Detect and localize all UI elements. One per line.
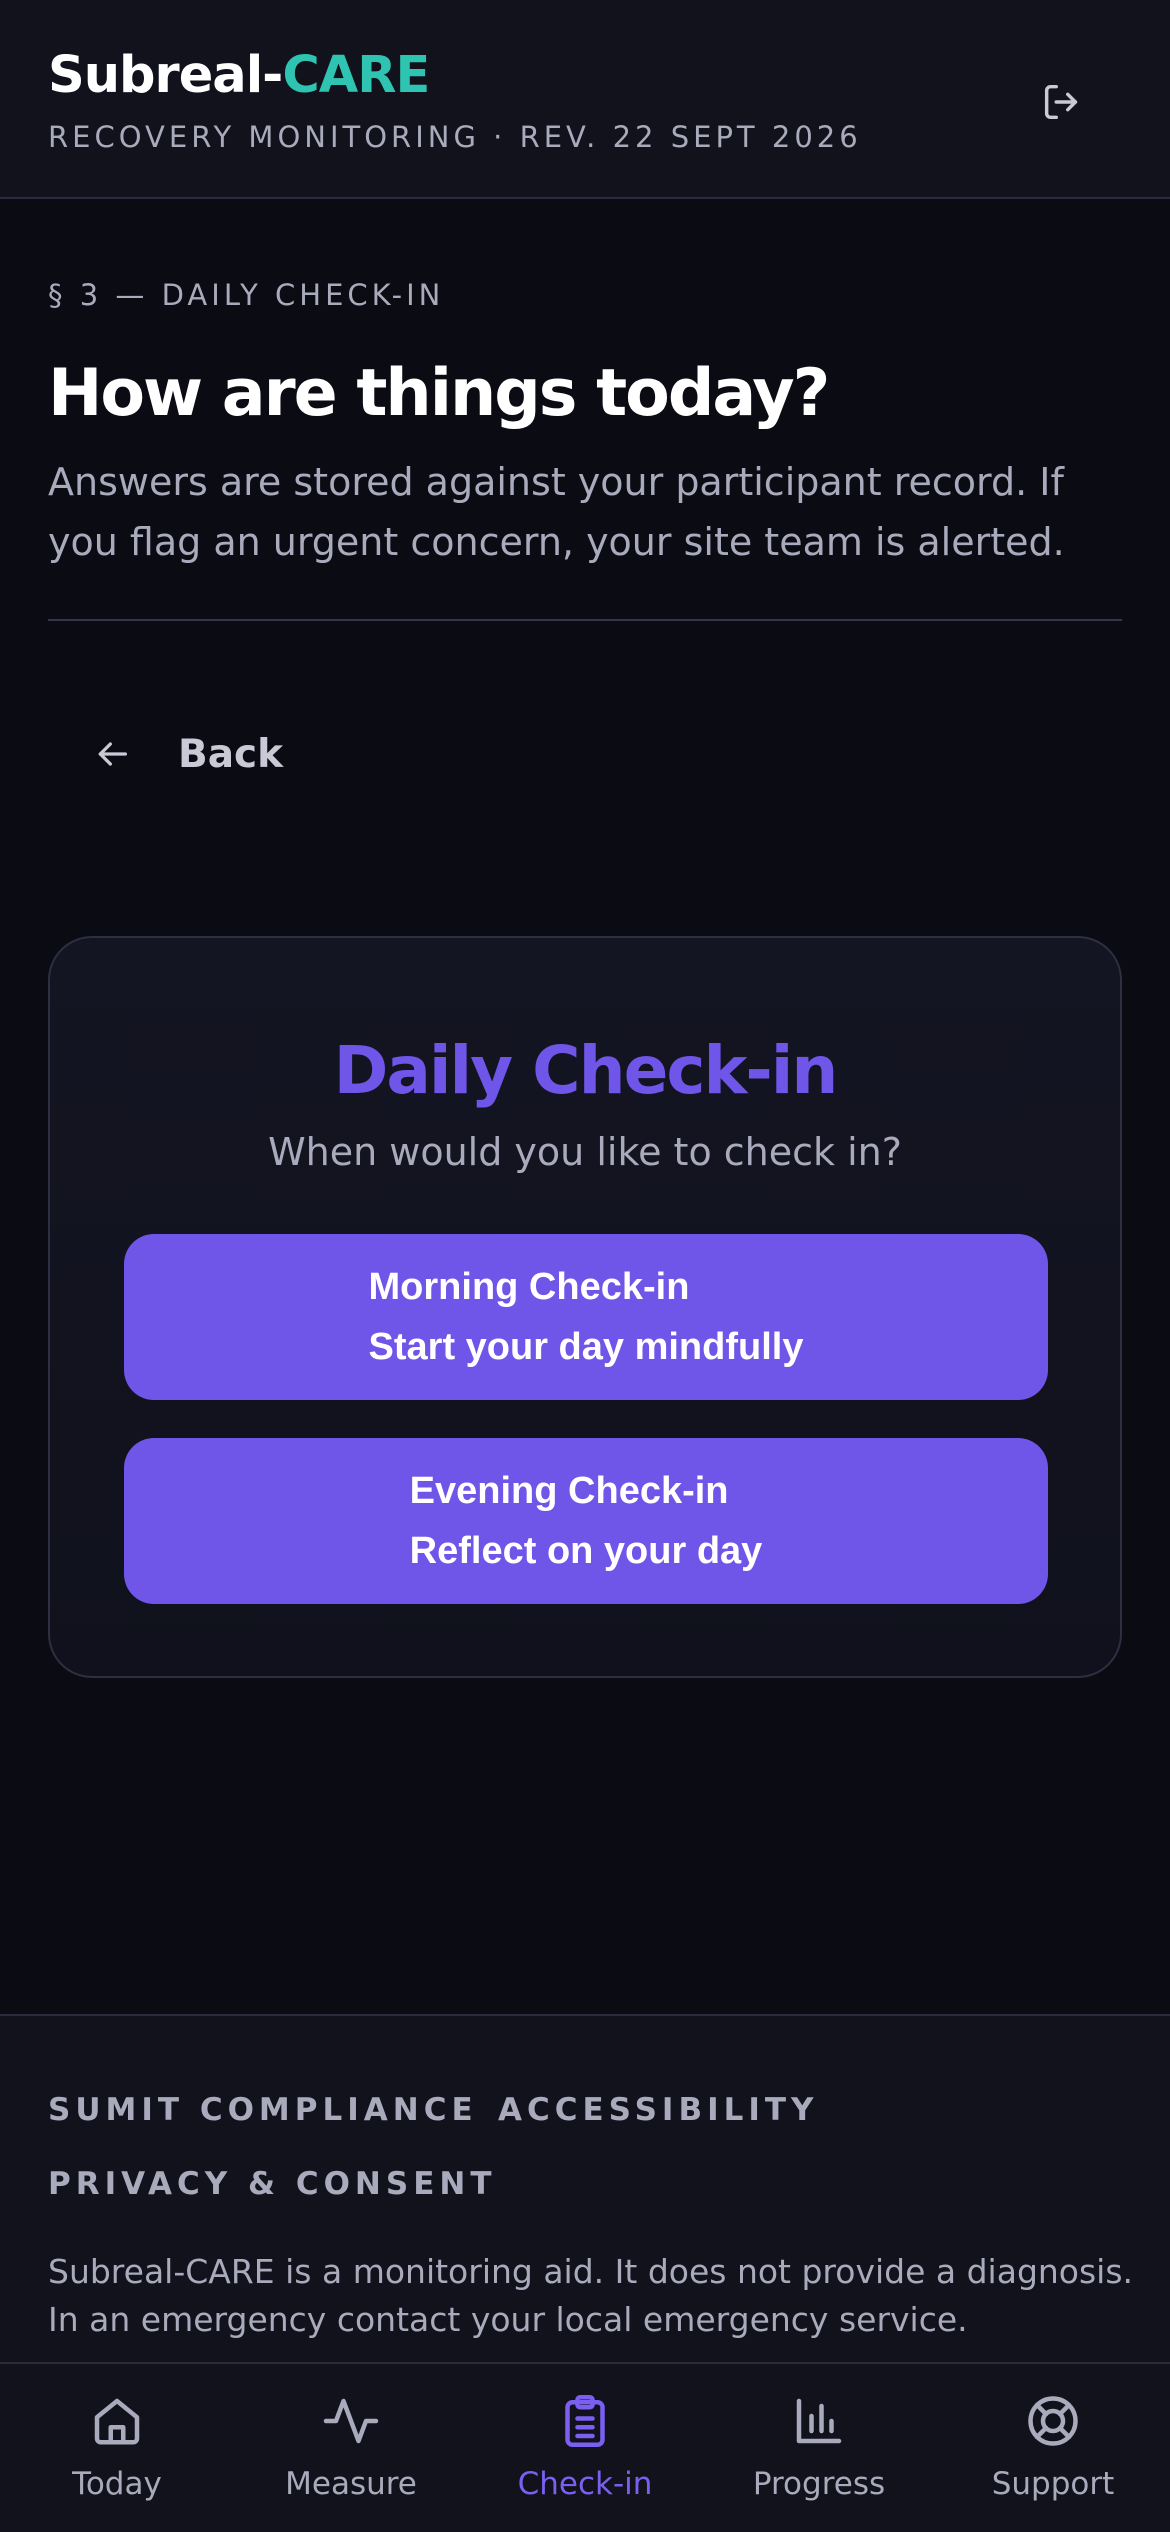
lifebuoy-icon <box>1022 2390 1084 2452</box>
checkin-card: Daily Check-in When would you like to ch… <box>48 936 1122 1678</box>
tab-measure[interactable]: Measure <box>234 2364 468 2532</box>
page-footer: SUMIT COMPLIANCE ACCESSIBILITY PRIVACY &… <box>0 2014 1170 2364</box>
evening-checkin-text: Evening Check-in Reflect on your day <box>410 1461 763 1581</box>
pulse-icon <box>320 2390 382 2452</box>
morning-checkin-text: Morning Check-in Start your day mindfull… <box>369 1257 804 1377</box>
morning-checkin-title: Morning Check-in <box>368 1266 690 1308</box>
clipboard-icon <box>554 2390 616 2452</box>
morning-checkin-button[interactable]: Morning Check-in Start your day mindfull… <box>124 1234 1048 1400</box>
section-label: § 3 — DAILY CHECK-IN <box>48 278 445 312</box>
bar-chart-icon <box>788 2390 850 2452</box>
logout-button[interactable] <box>1034 74 1090 130</box>
brand-prefix: Subreal- <box>48 46 283 105</box>
bottom-tab-bar: Today Measure Check-in Progress Support <box>0 2362 1170 2532</box>
page-title: How are things today? <box>48 356 830 431</box>
arrow-left-icon <box>98 742 128 766</box>
tab-label-measure: Measure <box>285 2466 417 2502</box>
tab-checkin[interactable]: Check-in <box>468 2364 702 2532</box>
back-label: Back <box>178 731 284 777</box>
footer-disclaimer: Subreal-CARE is a monitoring aid. It doe… <box>48 2252 1134 2339</box>
tab-label-today: Today <box>72 2466 162 2502</box>
logout-icon <box>1044 84 1078 120</box>
evening-checkin-button[interactable]: Evening Check-in Reflect on your day <box>124 1438 1048 1604</box>
app-header: Subreal-CARE RECOVERY MONITORING · REV. … <box>0 0 1170 199</box>
tab-progress[interactable]: Progress <box>702 2364 936 2532</box>
brand-logo: Subreal-CARE <box>48 46 430 105</box>
card-question: When would you like to check in? <box>268 1130 902 1174</box>
home-icon <box>86 2390 148 2452</box>
card-title: Daily Check-in <box>333 1032 839 1109</box>
tab-support[interactable]: Support <box>936 2364 1170 2532</box>
brand-accent: CARE <box>282 46 430 105</box>
morning-checkin-subtitle: Start your day mindfully <box>368 1326 804 1368</box>
footer-link-privacy[interactable]: PRIVACY & CONSENT <box>48 2166 496 2202</box>
section-divider <box>48 619 1122 621</box>
evening-checkin-title: Evening Check-in <box>409 1470 729 1512</box>
evening-checkin-subtitle: Reflect on your day <box>409 1530 763 1572</box>
app-subtitle: RECOVERY MONITORING · REV. 22 SEPT 2026 <box>48 120 862 154</box>
footer-link-accessibility[interactable]: ACCESSIBILITY <box>498 2092 819 2128</box>
tab-label-support: Support <box>991 2466 1115 2502</box>
back-button[interactable]: Back <box>92 718 283 790</box>
page-description: Answers are stored against your particip… <box>48 460 1065 564</box>
tab-today[interactable]: Today <box>0 2364 234 2532</box>
tab-label-progress: Progress <box>752 2466 886 2502</box>
footer-link-compliance[interactable]: SUMIT COMPLIANCE <box>48 2092 478 2128</box>
tab-label-checkin: Check-in <box>517 2466 653 2502</box>
